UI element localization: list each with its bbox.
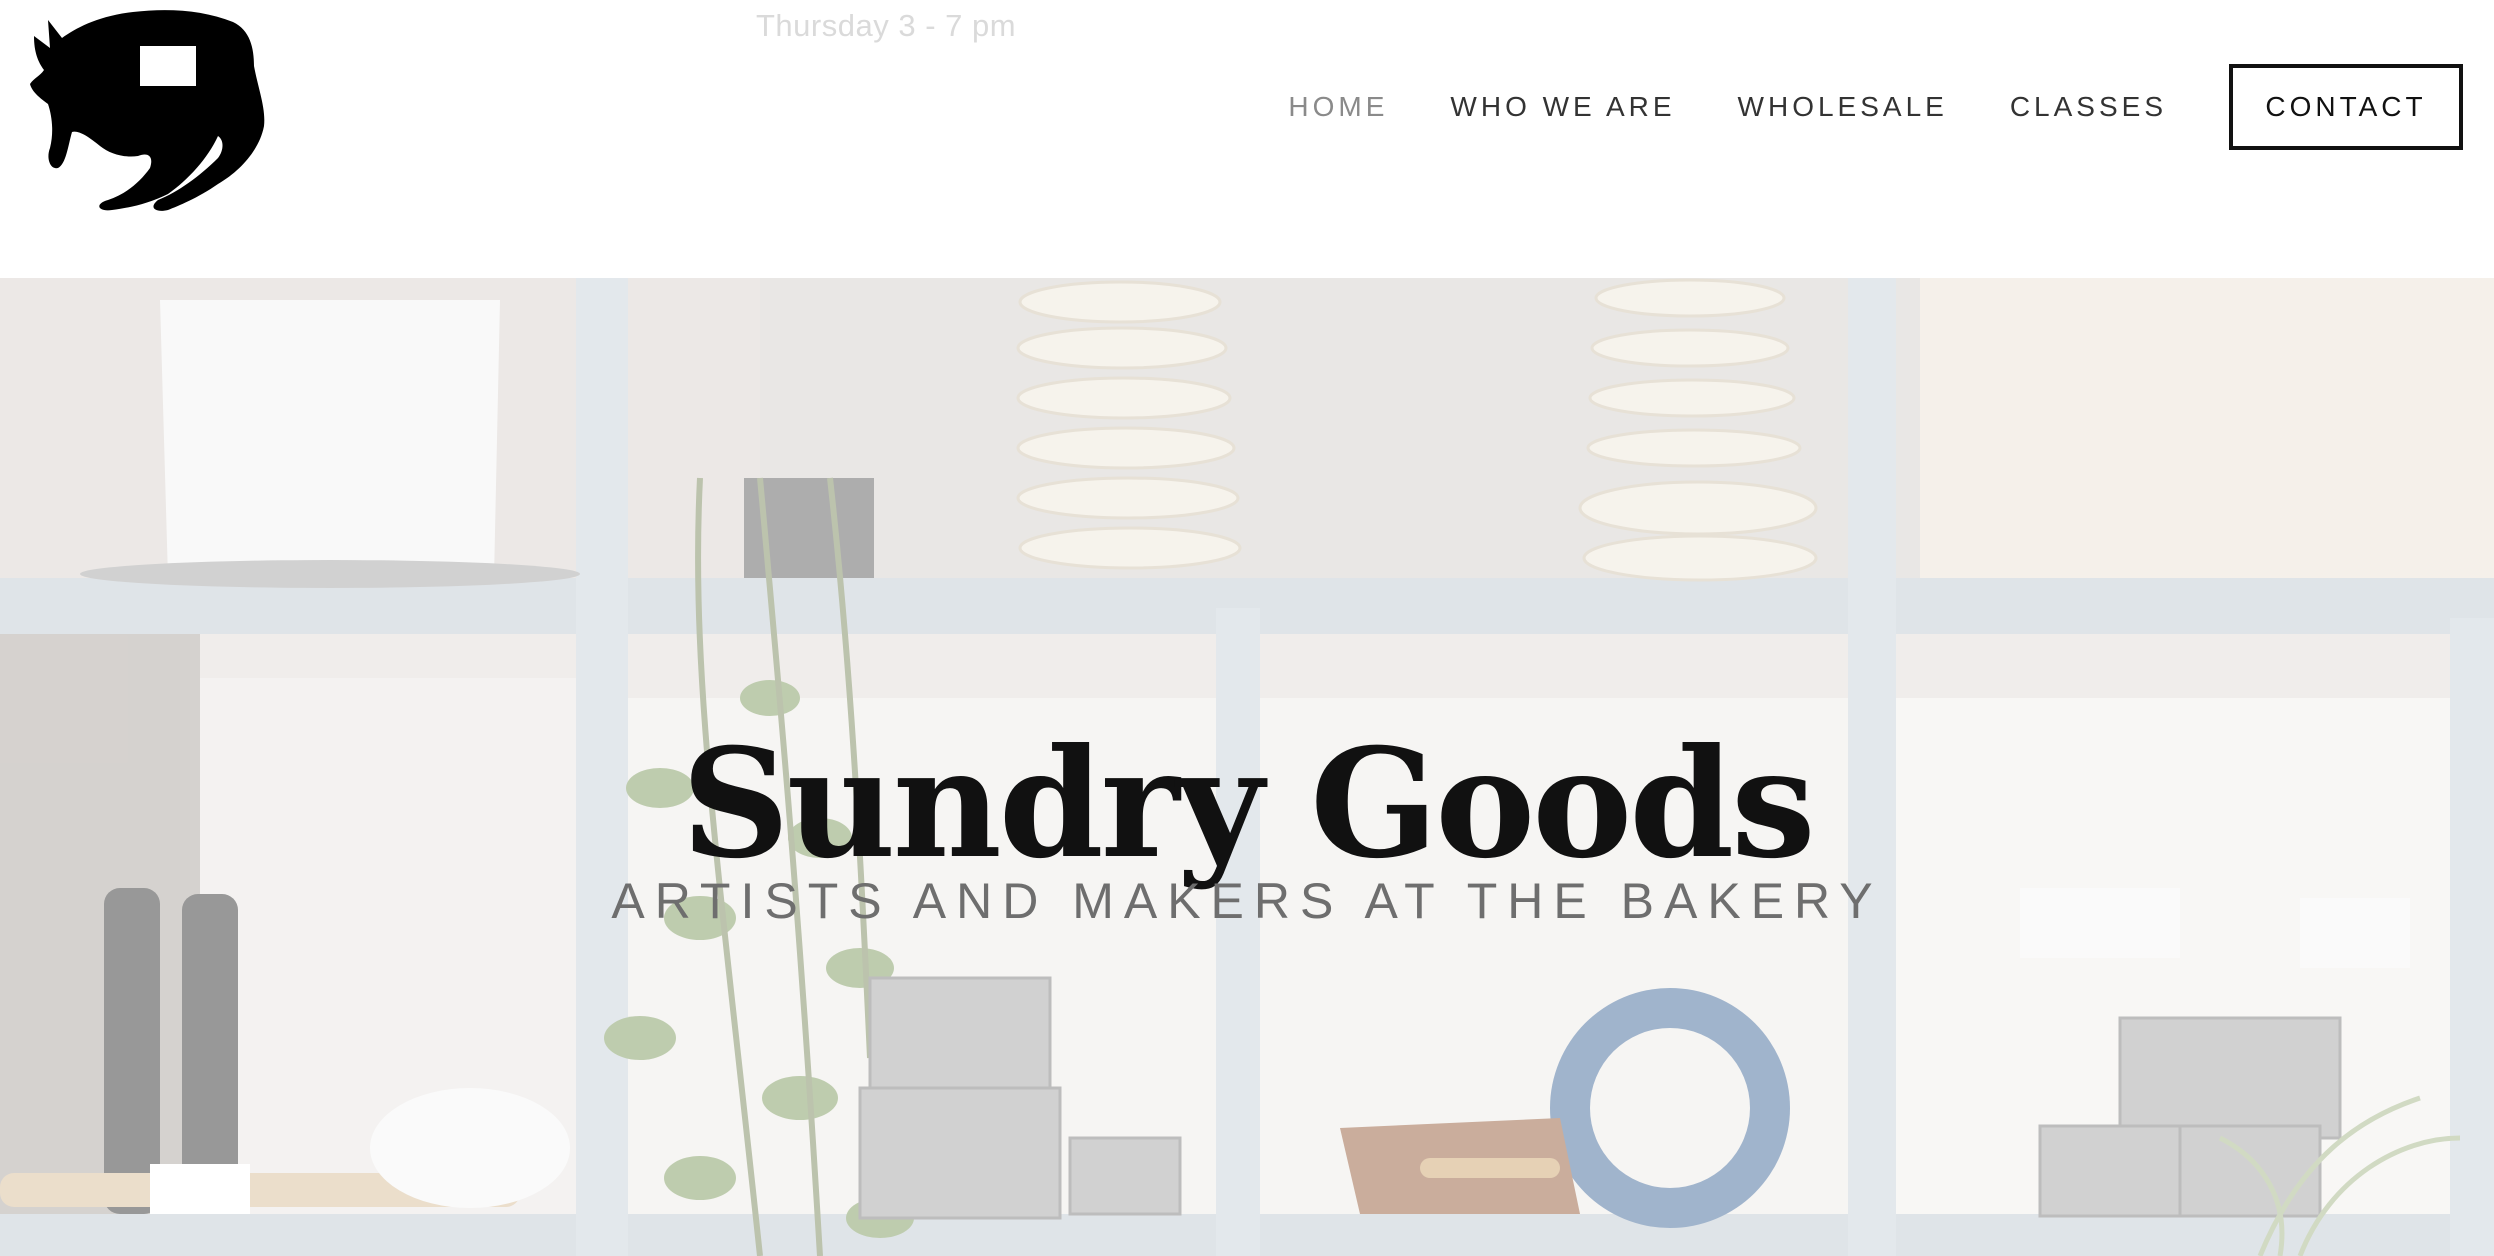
hero-title: Sundry Goods [681, 715, 1815, 892]
nav-classes[interactable]: CLASSES [2010, 91, 2167, 123]
nav-home[interactable]: HOME [1288, 91, 1388, 123]
site-header: Thursday 3 - 7 pm HOME WHO WE ARE WHOLES… [0, 0, 2494, 278]
nav-who-we-are[interactable]: WHO WE ARE [1450, 91, 1675, 123]
hours-text: Thursday 3 - 7 pm [756, 8, 1017, 43]
coyote-logo-icon[interactable] [28, 8, 268, 214]
main-nav: HOME WHO WE ARE WHOLESALE CLASSES CONTAC… [1288, 64, 2463, 150]
nav-wholesale[interactable]: WHOLESALE [1738, 91, 1948, 123]
contact-button[interactable]: CONTACT [2229, 64, 2463, 150]
hero-subtitle: ARTISTS AND MAKERS AT THE BAKERY [611, 873, 1883, 929]
hero-section: Sundry Goods ARTISTS AND MAKERS AT THE B… [0, 278, 2494, 1256]
